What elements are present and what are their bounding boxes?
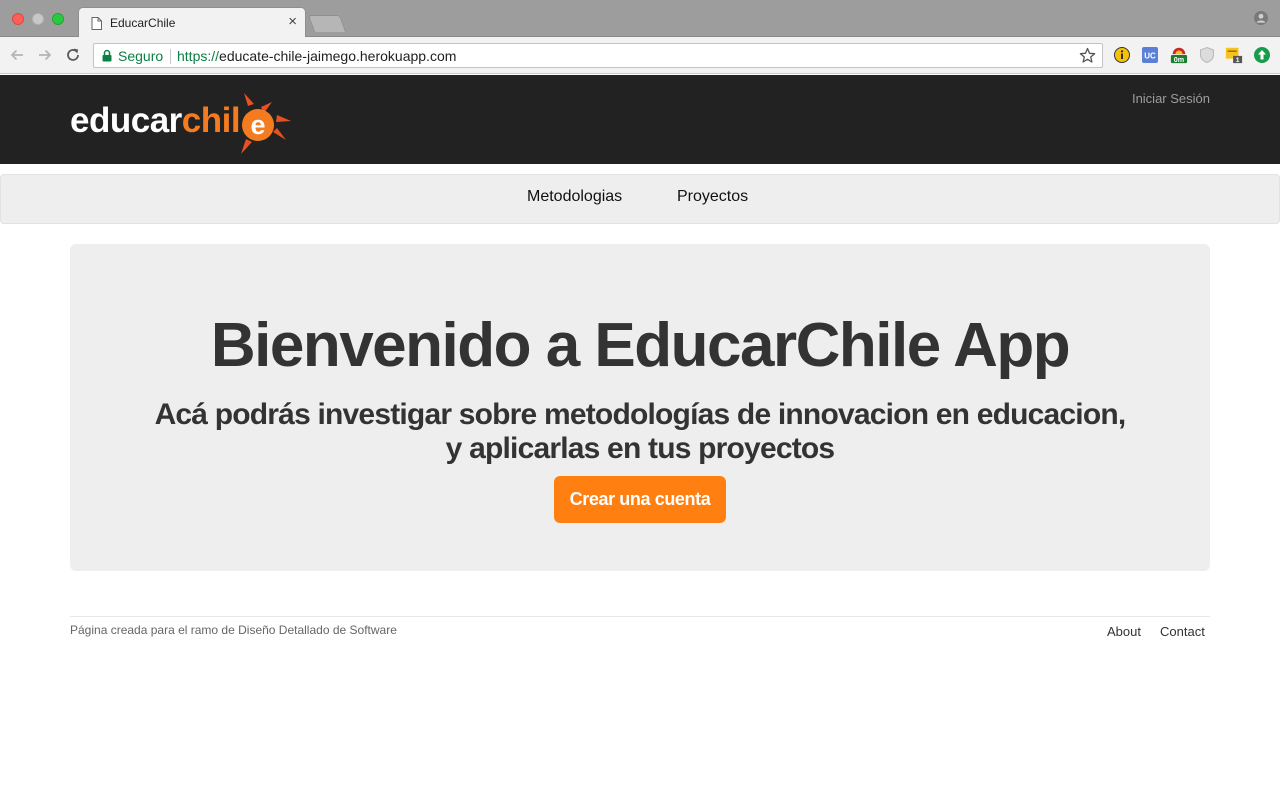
- svg-text:1: 1: [1236, 57, 1240, 64]
- login-link[interactable]: Iniciar Sesión: [1132, 91, 1210, 106]
- new-tab-button[interactable]: [307, 15, 347, 32]
- url-scheme: https://: [177, 48, 220, 64]
- uc-extension-icon[interactable]: UC: [1141, 46, 1159, 64]
- svg-text:e: e: [250, 110, 265, 140]
- timer-extension-icon[interactable]: 0m: [1170, 46, 1188, 64]
- logo-wordmark: educarchil: [70, 101, 241, 140]
- forward-arrow-icon[interactable]: [36, 46, 54, 64]
- close-window-button[interactable]: [12, 13, 24, 25]
- url-text: https://educate-chile-jaimego.herokuapp.…: [177, 48, 456, 64]
- upload-extension-icon[interactable]: [1253, 46, 1271, 64]
- nav-item-metodologias[interactable]: Metodologias: [527, 188, 622, 206]
- profile-icon[interactable]: [1254, 11, 1268, 25]
- site-logo[interactable]: e educarchil: [70, 93, 292, 155]
- bookmark-star-icon[interactable]: [1079, 47, 1096, 64]
- shield-extension-icon[interactable]: [1198, 46, 1216, 64]
- security-label: Seguro: [118, 48, 164, 64]
- maximize-window-button[interactable]: [52, 13, 64, 25]
- hero-subtitle: Acá podrás investigar sobre metodologías…: [154, 398, 1127, 465]
- minimize-window-button[interactable]: [32, 13, 44, 25]
- tab-close-icon[interactable]: ×: [288, 14, 297, 30]
- site-header: e educarchil Iniciar Sesión: [0, 75, 1280, 164]
- create-account-button[interactable]: Crear una cuenta: [554, 476, 726, 523]
- browser-toolbar: Seguro https://educate-chile-jaimego.her…: [0, 37, 1280, 74]
- browser-tab[interactable]: EducarChile ×: [78, 7, 306, 38]
- footer-divider: [70, 616, 1210, 617]
- back-arrow-icon[interactable]: [8, 46, 26, 64]
- url-host: educate-chile-jaimego.herokuapp.com: [219, 48, 457, 64]
- tab-title: EducarChile: [110, 16, 176, 30]
- footer-credit: Página creada para el ramo de Diseño Det…: [70, 623, 397, 637]
- info-extension-icon[interactable]: [1113, 46, 1131, 64]
- nav-item-proyectos[interactable]: Proyectos: [677, 188, 748, 206]
- footer-link-contact[interactable]: Contact: [1160, 624, 1205, 639]
- footer-link-about[interactable]: About: [1107, 624, 1141, 639]
- main-nav: Metodologias Proyectos: [0, 174, 1280, 224]
- page-icon: [91, 17, 102, 30]
- browser-titlebar: EducarChile ×: [0, 0, 1280, 38]
- reload-icon[interactable]: [64, 46, 82, 64]
- svg-text:UC: UC: [1144, 52, 1156, 61]
- lock-icon: [102, 49, 112, 62]
- hero-title: Bienvenido a EducarChile App: [210, 311, 1071, 380]
- address-bar[interactable]: Seguro https://educate-chile-jaimego.her…: [93, 43, 1103, 68]
- svg-text:0m: 0m: [1174, 55, 1184, 64]
- address-divider: [170, 49, 171, 64]
- hero-jumbotron: Bienvenido a EducarChile App Acá podrás …: [70, 244, 1210, 571]
- notes-extension-icon[interactable]: 1: [1225, 46, 1243, 64]
